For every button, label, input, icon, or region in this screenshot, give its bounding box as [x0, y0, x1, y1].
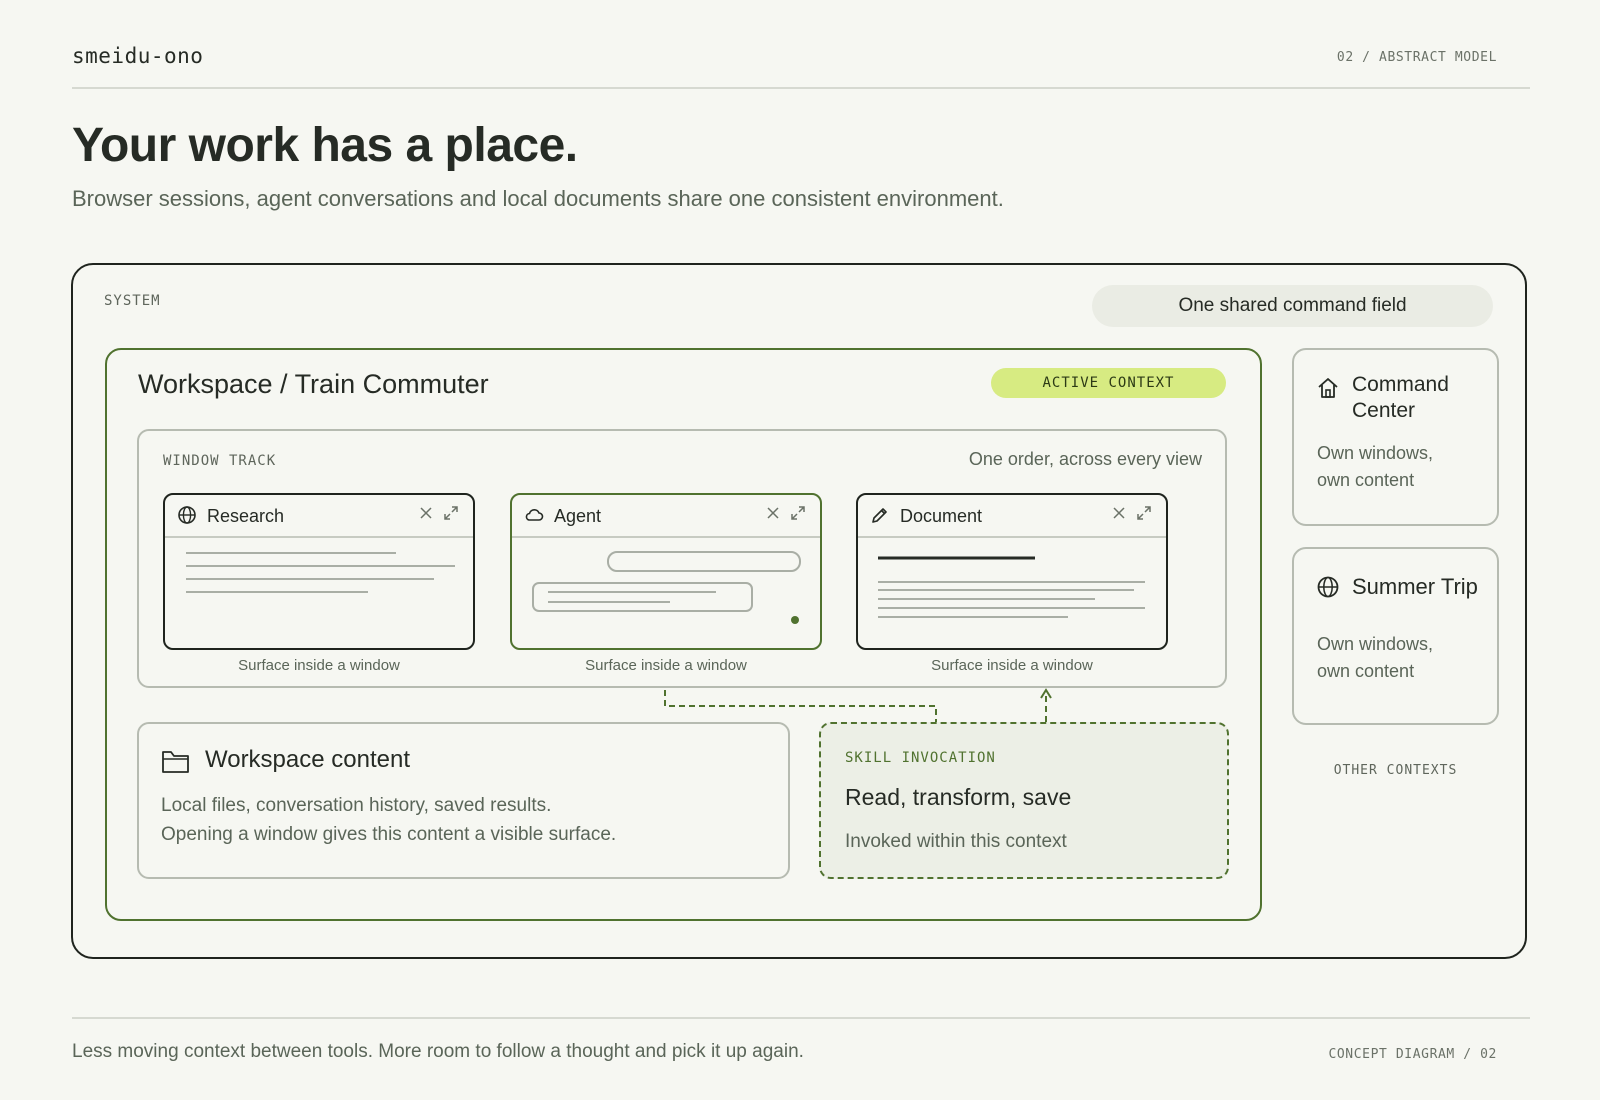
context-card-summer-trip[interactable]: Summer Trip Own windows, own content: [1292, 547, 1499, 725]
window-track-label: WINDOW TRACK: [163, 453, 277, 469]
skill-subtitle: Invoked within this context: [845, 831, 1067, 852]
command-field[interactable]: One shared command field: [1092, 285, 1493, 327]
window-track-note: One order, across every view: [968, 449, 1202, 469]
context-card-command-center[interactable]: Command Center Own windows, own content: [1292, 348, 1499, 526]
agent-window[interactable]: Agent: [510, 493, 822, 650]
document-preview: [878, 556, 1145, 618]
window-title: Document: [900, 506, 983, 526]
window-titlebar: Research: [165, 495, 473, 538]
window-caption: Surface inside a window: [585, 657, 747, 674]
section-code: 02 / ABSTRACT MODEL: [1336, 50, 1497, 65]
footer-text: Less moving context between tools. More …: [72, 1041, 804, 1062]
document-window[interactable]: Document: [856, 493, 1168, 650]
pencil-icon: [872, 508, 887, 523]
context-title: Summer Trip: [1352, 574, 1478, 599]
home-icon: [1318, 378, 1338, 398]
context-desc-line: Own windows,: [1317, 634, 1434, 654]
window-caption: Surface inside a window: [931, 657, 1093, 674]
research-window[interactable]: Research: [163, 493, 475, 650]
header-divider: [72, 87, 1530, 89]
active-context-badge: ACTIVE CONTEXT: [991, 368, 1226, 398]
expand-icon[interactable]: [790, 505, 806, 521]
expand-icon[interactable]: [1136, 505, 1152, 521]
cloud-icon: [525, 509, 544, 521]
workspace-content-title: Workspace content: [205, 746, 410, 773]
globe-icon: [1317, 576, 1339, 598]
other-contexts-label: OTHER CONTEXTS: [1333, 763, 1458, 778]
window-title: Agent: [554, 506, 602, 526]
folder-icon: [162, 751, 189, 773]
window-titlebar: Document: [858, 495, 1166, 538]
page-subtitle: Browser sessions, agent conversations an…: [72, 186, 1004, 211]
context-desc-line: own content: [1317, 470, 1415, 490]
workspace-content-line: Local files, conversation history, saved…: [161, 795, 552, 816]
context-title: Command Center: [1352, 373, 1449, 422]
expand-icon[interactable]: [443, 505, 459, 521]
footer-code: CONCEPT DIAGRAM / 02: [1328, 1047, 1497, 1062]
page-title: Your work has a place.: [72, 119, 578, 172]
workspace-title: Workspace / Train Commuter: [138, 369, 489, 399]
agent-preview: [532, 551, 801, 624]
research-preview: [186, 552, 455, 593]
globe-icon: [178, 506, 196, 524]
skill-title: Read, transform, save: [845, 784, 1072, 810]
workspace-content-line: Opening a window gives this content a vi…: [161, 824, 617, 845]
window-caption: Surface inside a window: [238, 657, 400, 674]
skill-invocation-label: SKILL INVOCATION: [845, 750, 996, 766]
system-label: SYSTEM: [104, 293, 161, 309]
close-icon[interactable]: [766, 506, 780, 520]
brand-name: smeidu-ono: [72, 44, 204, 68]
window-titlebar: Agent: [512, 495, 820, 538]
context-desc-line: Own windows,: [1317, 443, 1434, 463]
context-desc-line: own content: [1317, 661, 1415, 681]
window-title: Research: [207, 506, 285, 526]
close-icon[interactable]: [1112, 506, 1126, 520]
close-icon[interactable]: [419, 506, 433, 520]
footer-divider: [72, 1017, 1530, 1019]
